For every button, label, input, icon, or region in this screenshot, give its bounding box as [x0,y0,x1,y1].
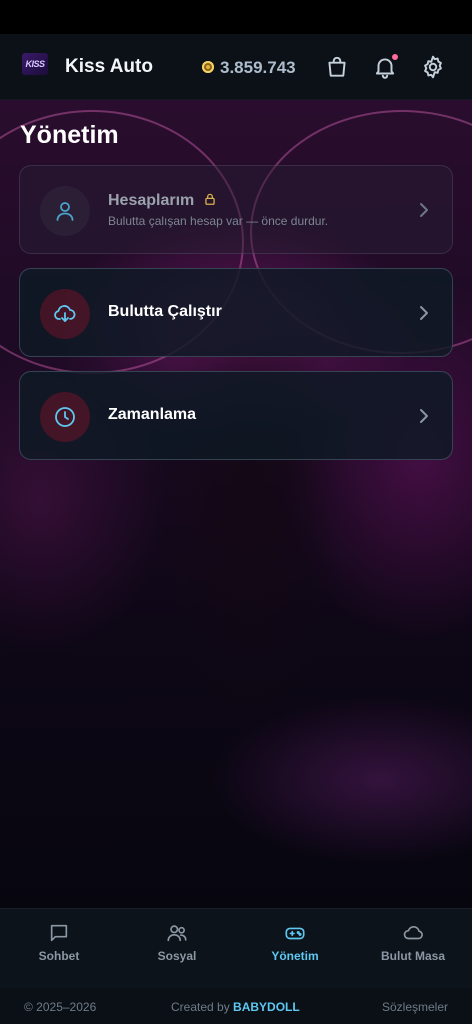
app-title: Kiss Auto [65,56,153,77]
agreements-link[interactable]: Sözleşmeler [382,1000,448,1014]
tab-yonetim[interactable]: Yönetim [236,909,354,989]
clock-icon [40,392,90,442]
chevron-right-icon [420,409,428,423]
scheduling-card[interactable]: Zamanlama [19,371,453,460]
gear-icon[interactable] [420,54,446,80]
tab-label: Yönetim [271,949,319,963]
run-in-cloud-title: Bulutta Çalıştır [108,303,222,320]
coin-balance: 3.859.743 [220,58,296,77]
coin-icon [202,61,214,73]
tab-sosyal[interactable]: Sosyal [118,909,236,989]
chevron-right-icon [420,306,428,320]
tab-sohbet[interactable]: Sohbet [0,909,118,989]
users-icon [167,925,187,942]
accounts-subtitle: Bulutta çalışan hesap var — önce durdur. [108,214,329,228]
accounts-card[interactable]: Hesaplarım Bulutta çalışan hesap var — ö… [19,165,453,254]
gamepad-icon [285,927,305,940]
chat-icon [50,924,68,942]
lock-icon [205,193,215,205]
tab-label: Bulut Masa [380,949,445,963]
page-title: Yönetim [20,121,119,149]
created-by-text: Created by BABYDOLL [171,1000,300,1014]
footer: © 2025–2026 Created by BABYDOLL Sözleşme… [0,988,472,1024]
creator-link[interactable]: BABYDOLL [233,1000,300,1014]
copyright-text: © 2025–2026 [24,1000,97,1014]
cloud-icon [403,926,423,940]
scheduling-title: Zamanlama [108,406,197,423]
user-icon [40,186,90,236]
status-bar [0,0,472,34]
app-logo: KISS [22,53,48,75]
notification-dot [392,54,398,60]
bottom-tab-bar: Sohbet Sosyal Yönetim Bulut Masa [0,908,472,989]
created-by-prefix: Created by [171,1000,234,1014]
run-in-cloud-card[interactable]: Bulutta Çalıştır [19,268,453,357]
tab-label: Sohbet [38,949,80,963]
cloud-download-icon [40,289,90,339]
tab-bulut-masa[interactable]: Bulut Masa [354,909,472,989]
accounts-title: Hesaplarım [108,192,195,209]
tab-label: Sosyal [157,949,197,963]
chevron-right-icon [420,203,428,217]
bag-icon[interactable] [324,54,350,80]
app-header: KISS Kiss Auto 3.859.743 [0,34,472,100]
